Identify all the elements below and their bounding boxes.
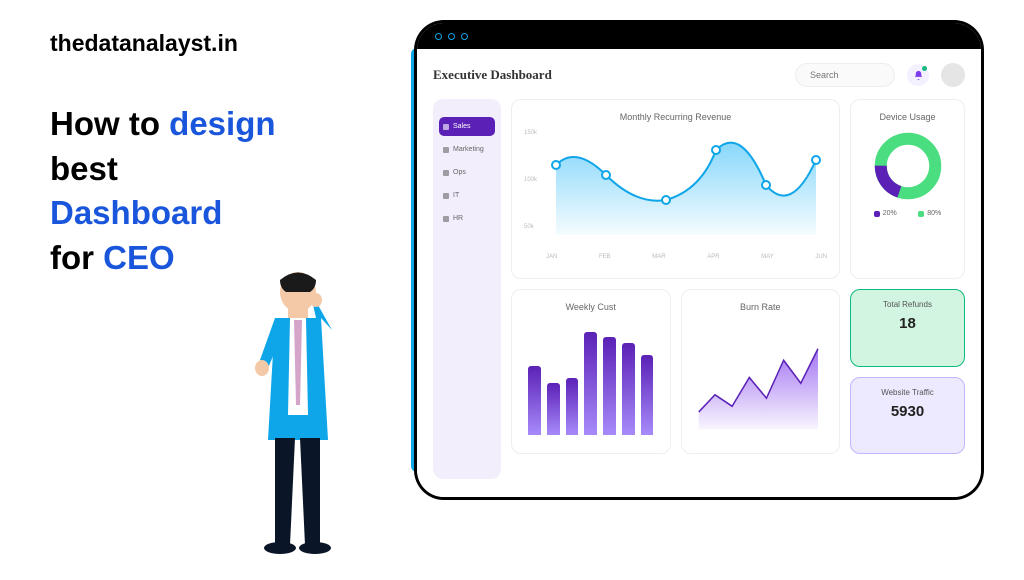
avatar[interactable]	[941, 63, 965, 87]
website-traffic-card: Website Traffic 5930	[850, 377, 965, 455]
search-input[interactable]	[795, 63, 895, 87]
site-name: thedatanalayst.in	[50, 30, 400, 57]
sidebar-item-ops[interactable]: Ops	[439, 163, 495, 182]
refunds-label: Total Refunds	[861, 300, 954, 309]
burn-rate-card: Burn Rate	[681, 289, 841, 454]
refunds-value: 18	[861, 315, 954, 332]
window-controls	[417, 23, 981, 49]
sidebar-item-hr[interactable]: HR	[439, 209, 495, 228]
headline: How to design best Dashboard for CEO	[50, 102, 400, 280]
window-dot[interactable]	[435, 33, 442, 40]
sidebar-item-sales[interactable]: Sales	[439, 117, 495, 136]
burn-title: Burn Rate	[694, 302, 828, 312]
page-title: Executive Dashboard	[433, 67, 552, 83]
weekly-bar-chart	[524, 320, 658, 435]
donut-title: Device Usage	[863, 112, 952, 122]
legend-item: 20%	[874, 210, 897, 217]
mrr-chart-card: Monthly Recurring Revenue 150k 100k 50k	[511, 99, 840, 279]
dashboard-monitor: Executive Dashboard Sales Marketing Ops …	[414, 20, 984, 500]
window-dot[interactable]	[448, 33, 455, 40]
total-refunds-card: Total Refunds 18	[850, 289, 965, 367]
traffic-value: 5930	[861, 403, 954, 420]
mrr-title: Monthly Recurring Revenue	[524, 112, 827, 122]
businessman-illustration	[220, 260, 370, 560]
sidebar-item-marketing[interactable]: Marketing	[439, 140, 495, 159]
window-dot[interactable]	[461, 33, 468, 40]
sidebar-item-it[interactable]: IT	[439, 186, 495, 205]
notification-bell-icon[interactable]	[907, 64, 929, 86]
device-usage-card: Device Usage 20% 80%	[850, 99, 965, 279]
weekly-title: Weekly Cust	[524, 302, 658, 312]
legend-item: 80%	[918, 210, 941, 217]
sidebar: Sales Marketing Ops IT HR	[433, 99, 501, 479]
traffic-label: Website Traffic	[861, 388, 954, 397]
burn-rate-chart	[694, 320, 828, 435]
weekly-cust-card: Weekly Cust	[511, 289, 671, 454]
